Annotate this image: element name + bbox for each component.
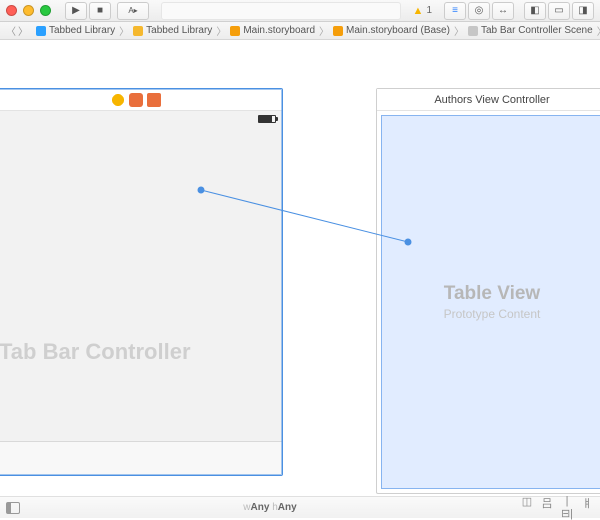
toggle-utilities-button[interactable]: ◨ [572,2,594,20]
scheme-selector[interactable]: A▸ [117,2,149,20]
tab-bar[interactable] [0,441,282,475]
table-view-label: Table View [444,283,540,305]
project-icon [36,26,46,36]
folder-icon [133,26,143,36]
controller-placeholder-label: Tab Bar Controller [0,339,191,365]
issues-indicator[interactable]: ▲ 1 [413,5,432,17]
warning-count: 1 [426,5,432,16]
forward-button[interactable]: 〉 [18,23,28,38]
storyboard-canvas[interactable]: Tab Bar Controller Authors View Controll… [0,40,600,494]
jump-bar-project[interactable]: Tabbed Library [36,25,115,36]
assistant-editor-button[interactable]: ◎ [468,2,490,20]
editor-mode-group: ≡ ◎ ↔ [444,2,514,20]
jump-bar-storyboard-base[interactable]: Main.storyboard (Base) [333,25,450,36]
tab-bar-controller-scene[interactable]: Tab Bar Controller [0,88,283,476]
scene-header[interactable] [0,89,282,111]
layout-tools: ◫ 吕 |⊟| ㅒ [520,495,594,520]
exit-icon[interactable] [129,93,143,107]
document-outline-toggle[interactable] [6,502,20,514]
minimize-window-button[interactable] [23,5,34,16]
size-class-control[interactable]: wAny hAny [30,502,510,513]
storyboard-icon [230,26,240,36]
first-responder-icon[interactable] [111,93,125,107]
jump-bar-storyboard[interactable]: Main.storyboard [230,25,315,36]
run-button[interactable]: ▶ [65,2,87,20]
jump-bar[interactable]: 〈 〉 Tabbed Library 〉 Tabbed Library 〉 Ma… [0,22,600,40]
warning-icon: ▲ [413,5,424,17]
window-titlebar: ▶ ■ A▸ ▲ 1 ≡ ◎ ↔ ◧ ▭ ◨ [0,0,600,22]
scene-title: Authors View Controller [434,94,549,106]
status-bar [0,111,282,127]
align-tool[interactable]: ◫ [520,495,534,520]
zoom-window-button[interactable] [40,5,51,16]
tab-bar-controller-view[interactable]: Tab Bar Controller [0,111,282,475]
table-view-subtitle: Prototype Content [444,307,541,321]
close-window-button[interactable] [6,5,17,16]
jump-bar-folder[interactable]: Tabbed Library [133,25,212,36]
back-button[interactable]: 〈 [6,23,16,38]
resizing-tool[interactable]: ㅒ [580,495,594,520]
canvas-bottom-bar: wAny hAny ◫ 吕 |⊟| ㅒ [0,496,600,518]
pin-tool[interactable]: 吕 [540,495,554,520]
scene-icon [468,26,478,36]
panel-toggle-group: ◧ ▭ ◨ [524,2,594,20]
battery-icon [258,115,276,123]
activity-viewer [161,2,401,20]
scene-header[interactable]: Authors View Controller [377,89,600,111]
toggle-navigator-button[interactable]: ◧ [524,2,546,20]
table-view[interactable]: Table View Prototype Content [381,115,600,489]
stop-button[interactable]: ■ [89,2,111,20]
resolve-issues-tool[interactable]: |⊟| [560,495,574,520]
run-controls: ▶ ■ [65,2,111,20]
jump-bar-scene[interactable]: Tab Bar Controller Scene [468,25,593,36]
toggle-debug-area-button[interactable]: ▭ [548,2,570,20]
standard-editor-button[interactable]: ≡ [444,2,466,20]
version-editor-button[interactable]: ↔ [492,2,514,20]
storyboard-icon [333,26,343,36]
window-traffic-lights [6,5,51,16]
scene-dock-icon[interactable] [147,93,161,107]
authors-view-controller-scene[interactable]: Authors View Controller Table View Proto… [376,88,600,494]
